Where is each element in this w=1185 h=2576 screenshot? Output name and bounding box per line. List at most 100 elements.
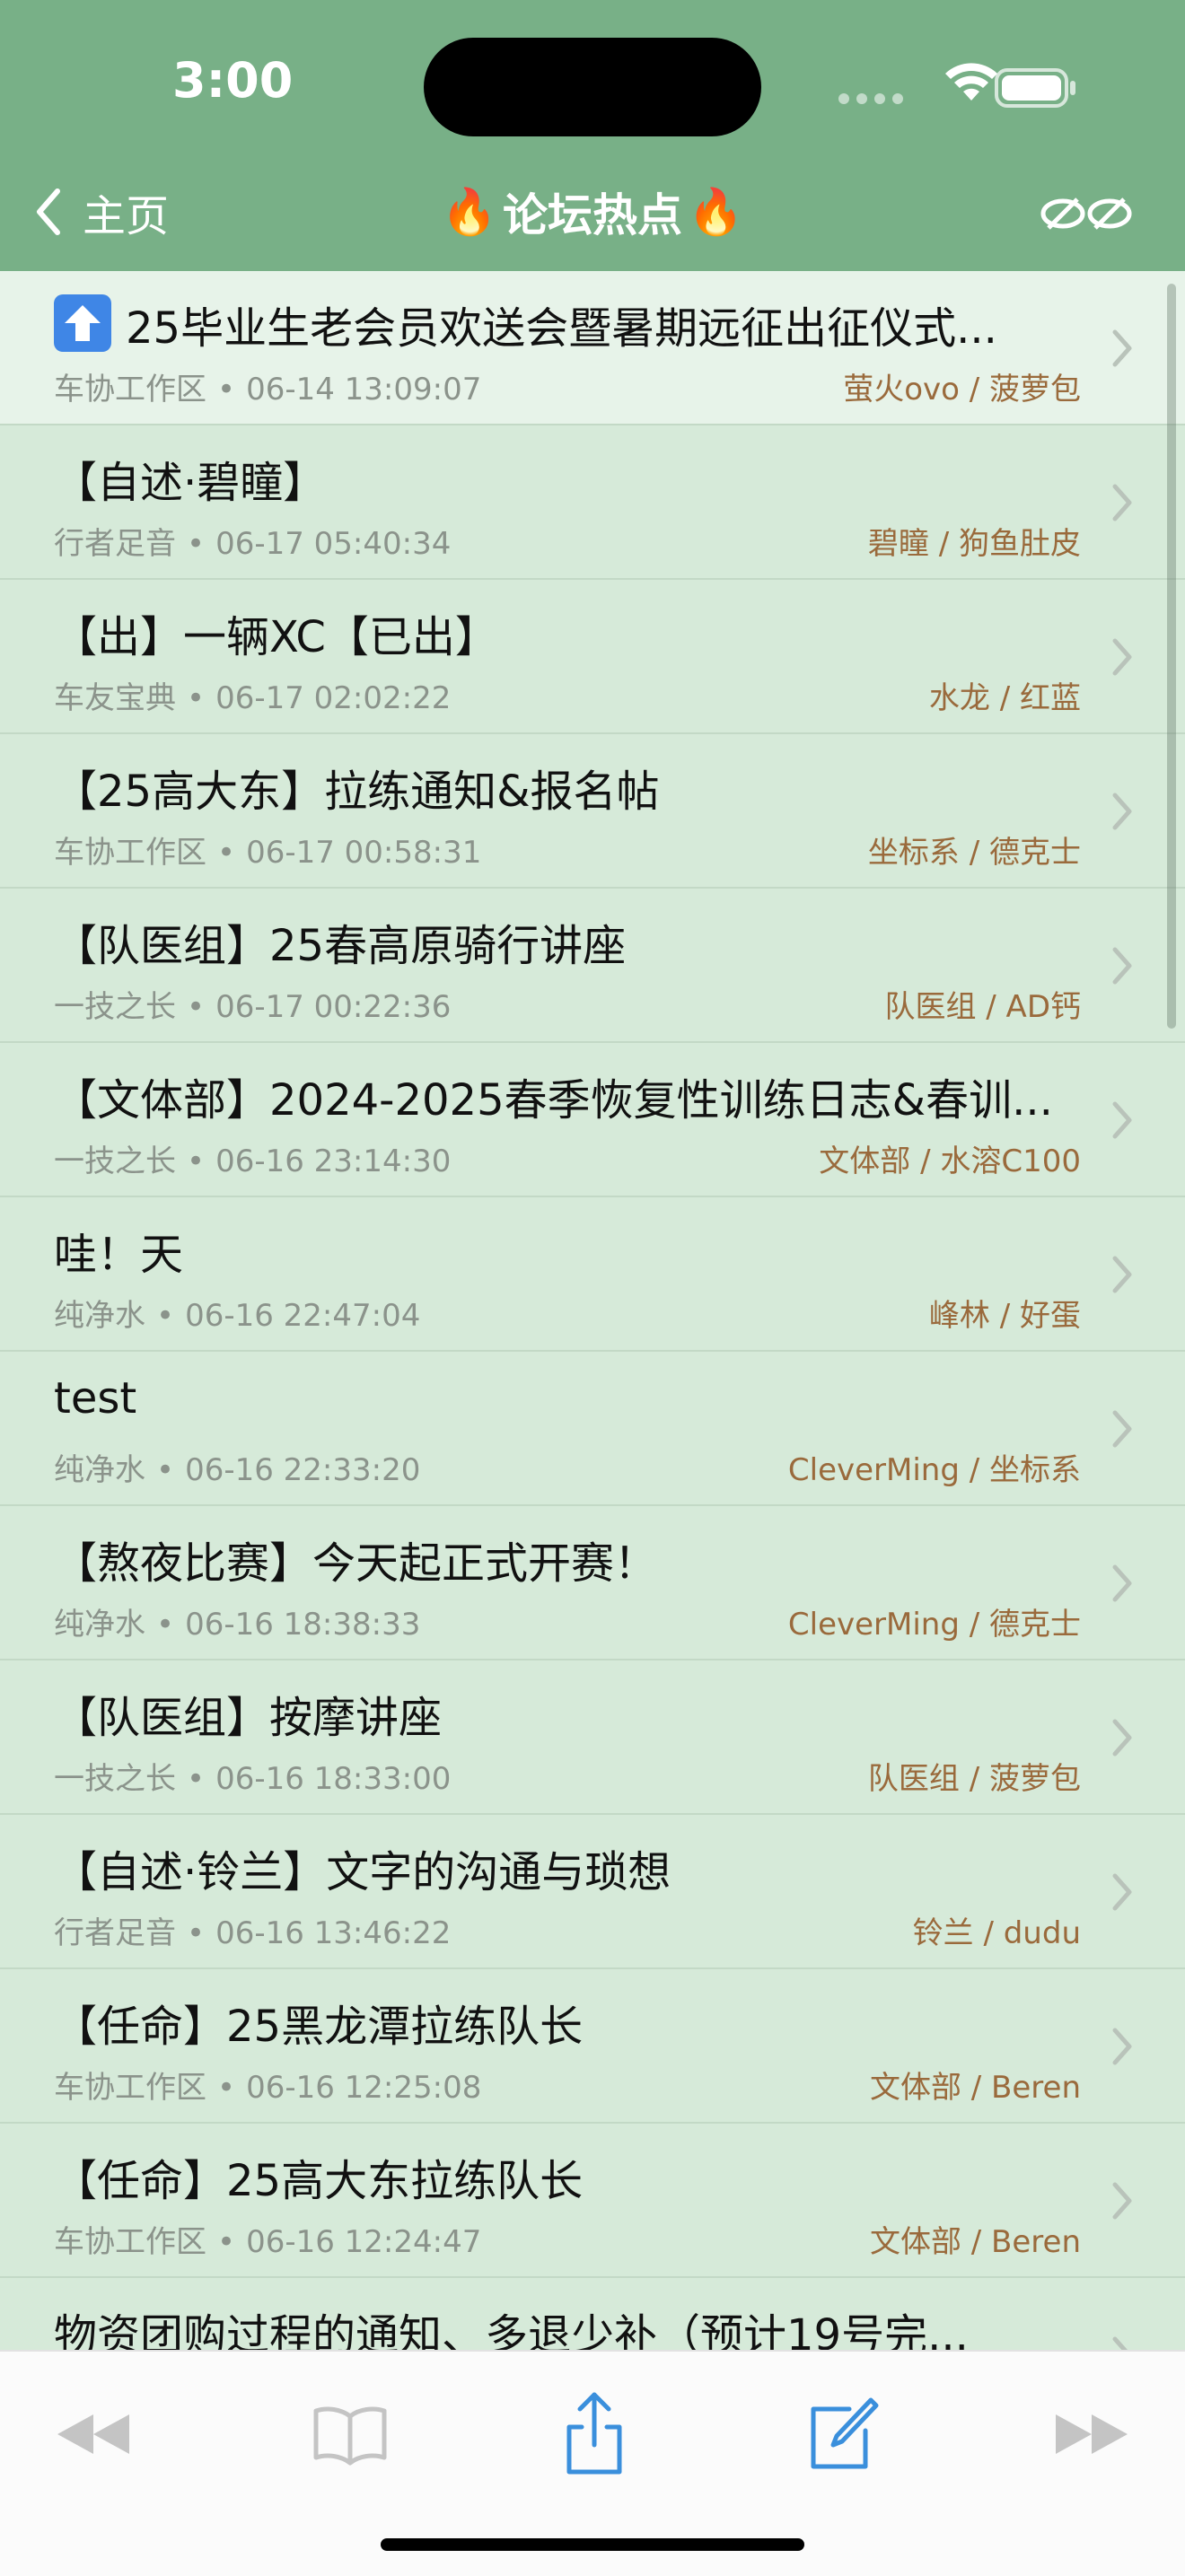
post-title: 【出】一辆XC【已出】	[54, 601, 1059, 664]
post-title: 【自述·铃兰】文字的沟通与琐想	[54, 1836, 1059, 1899]
post-title-text: test	[54, 1373, 137, 1424]
chevron-right-icon	[1112, 1256, 1132, 1293]
hide-icon[interactable]	[1040, 188, 1133, 239]
post-meta: 纯净水 • 06-16 18:38:33	[54, 1599, 420, 1643]
post-row[interactable]: 【队医组】按摩讲座 一技之长 • 06-16 18:33:00 队医组 / 菠萝包	[0, 1660, 1185, 1815]
post-row[interactable]: 【熬夜比赛】今天起正式开赛！ 纯净水 • 06-16 18:38:33 CleverMi…	[0, 1506, 1185, 1660]
post-row[interactable]: 【队医组】25春高原骑行讲座一技之长 • 06-17 00:22:36 队医组 / A…	[0, 889, 1185, 1043]
post-row[interactable]: 【自述·铃兰】文字的沟通与琐想 行者足音 • 06-16 13:46:22 铃兰 / d…	[0, 1815, 1185, 1969]
chevron-right-icon	[1112, 2028, 1132, 2065]
post-board: 纯净水	[54, 1298, 145, 1334]
meta-separator: •	[187, 1915, 206, 1951]
post-row[interactable]: 【任命】25高大东拉练队长 车协工作区 • 06-16 12:24:47 文体部 / B…	[0, 2124, 1185, 2278]
post-title-text: 【熬夜比赛】今天起正式开赛！	[54, 1538, 658, 1589]
post-title: test	[54, 1373, 1059, 1424]
bookmarks-icon[interactable]	[305, 2389, 395, 2479]
post-list: 25毕业生老会员欢送会暨暑期远征出征仪式... 车协工作区 • 06-14 13:09…	[0, 271, 1185, 2432]
meta-separator: •	[187, 989, 206, 1025]
post-time: 06-16 22:33:20	[185, 1452, 421, 1488]
post-meta: 车友宝典 • 06-17 02:02:22	[54, 673, 451, 717]
post-title-text: 【队医组】按摩讲座	[54, 1693, 443, 1743]
chevron-right-icon	[1112, 329, 1132, 367]
back-button[interactable]: 主页	[34, 176, 169, 248]
wifi-icon	[945, 63, 997, 101]
post-board: 一技之长	[54, 989, 176, 1025]
meta-separator: •	[187, 526, 206, 562]
home-indicator	[381, 2538, 804, 2551]
meta-separator: •	[156, 1452, 175, 1488]
page-title: 🔥 论坛热点 🔥	[305, 176, 880, 248]
post-time: 06-17 02:02:22	[215, 680, 452, 716]
post-time: 06-16 23:14:30	[215, 1143, 452, 1179]
post-row[interactable]: 25毕业生老会员欢送会暨暑期远征出征仪式... 车协工作区 • 06-14 13:09…	[0, 271, 1185, 425]
post-row[interactable]: 哇！天 纯净水 • 06-16 22:47:04 峰林 / 好蛋	[0, 1197, 1185, 1352]
post-title-text: 【文体部】2024-2025春季恢复性训练日志&春训...	[54, 1075, 1053, 1126]
post-meta: 一技之长 • 06-16 23:14:30	[54, 1136, 451, 1180]
fire-icon: 🔥	[688, 185, 744, 238]
back-icon[interactable]	[48, 2389, 138, 2479]
post-row[interactable]: 【自述·碧瞳】 行者足音 • 06-17 05:40:34 碧瞳 / 狗鱼肚皮	[0, 425, 1185, 580]
post-title: 【队医组】25春高原骑行讲座	[54, 910, 1059, 973]
post-title-text: 【出】一辆XC【已出】	[54, 612, 498, 662]
chevron-right-icon	[1112, 1873, 1132, 1911]
post-authors: 文体部 / Beren	[869, 2224, 1081, 2260]
post-board: 一技之长	[54, 1143, 176, 1179]
chevron-left-icon	[37, 188, 60, 235]
meta-separator: •	[187, 1761, 206, 1797]
post-title: 【任命】25高大东拉练队长	[54, 2145, 1059, 2208]
battery-icon	[995, 68, 1075, 108]
post-row[interactable]: 【文体部】2024-2025春季恢复性训练日志&春训... 一技之长 • 06-16 …	[0, 1043, 1185, 1197]
post-time: 06-16 22:47:04	[185, 1298, 421, 1334]
chevron-right-icon	[1112, 638, 1132, 676]
post-time: 06-17 00:22:36	[215, 989, 452, 1025]
chevron-right-icon	[1112, 1101, 1132, 1139]
chevron-right-icon	[1112, 484, 1132, 521]
post-board: 车协工作区	[54, 372, 206, 407]
pinned-up-arrow-icon	[54, 294, 111, 352]
post-authors: 铃兰 / dudu	[912, 1915, 1081, 1951]
post-meta: 车协工作区 • 06-14 13:09:07	[54, 364, 481, 408]
post-authors: 队医组 / AD钙	[884, 989, 1081, 1025]
back-label: 主页	[83, 191, 170, 241]
forward-icon[interactable]	[1047, 2389, 1137, 2479]
chevron-right-icon	[1112, 1564, 1132, 1602]
post-title-text: 【25高大东】拉练通知&报名帖	[54, 767, 660, 817]
post-meta: 行者足音 • 06-17 05:40:34	[54, 519, 451, 563]
post-row[interactable]: 【25高大东】拉练通知&报名帖 车协工作区 • 06-17 00:58:31 坐标系 /…	[0, 734, 1185, 889]
post-title: 【任命】25黑龙潭拉练队长	[54, 1991, 1059, 2054]
post-title: 【熬夜比赛】今天起正式开赛！	[54, 1528, 1059, 1590]
meta-separator: •	[217, 2224, 236, 2260]
post-meta: 车协工作区 • 06-16 12:24:47	[54, 2217, 481, 2261]
post-time: 06-17 00:58:31	[246, 835, 482, 871]
compose-icon[interactable]	[794, 2389, 883, 2479]
post-title: 【自述·碧瞳】	[54, 447, 1059, 510]
post-meta: 一技之长 • 06-16 18:33:00	[54, 1754, 451, 1798]
post-title: 【队医组】按摩讲座	[54, 1682, 1059, 1745]
chevron-right-icon	[1112, 1410, 1132, 1448]
post-board: 行者足音	[54, 526, 176, 562]
post-row[interactable]: 【任命】25黑龙潭拉练队长 车协工作区 • 06-16 12:25:08 文体部 / B…	[0, 1969, 1185, 2124]
post-time: 06-16 12:25:08	[246, 2070, 482, 2106]
post-row[interactable]: test 纯净水 • 06-16 22:33:20 CleverMing / 坐标系	[0, 1352, 1185, 1506]
post-board: 纯净水	[54, 1607, 145, 1643]
meta-separator: •	[156, 1298, 175, 1334]
post-title-text: 【自述·碧瞳】	[54, 458, 327, 508]
post-meta: 一技之长 • 06-17 00:22:36	[54, 982, 451, 1026]
meta-separator: •	[217, 835, 236, 871]
chevron-right-icon	[1112, 1719, 1132, 1757]
post-title: 【25高大东】拉练通知&报名帖	[54, 756, 1059, 819]
share-icon[interactable]	[549, 2389, 639, 2479]
status-time: 3:00	[172, 52, 294, 109]
post-title: 哇！天	[54, 1219, 1059, 1282]
page-title-text: 论坛热点	[503, 189, 682, 241]
meta-separator: •	[156, 1607, 175, 1643]
post-row[interactable]: 【出】一辆XC【已出】车友宝典 • 06-17 02:02:22 水龙 / 红蓝	[0, 580, 1185, 734]
post-time: 06-16 12:24:47	[246, 2224, 482, 2260]
post-authors: 水龙 / 红蓝	[928, 680, 1081, 716]
post-authors: 萤火ovo / 菠萝包	[843, 372, 1081, 407]
post-title-text: 【队医组】25春高原骑行讲座	[54, 921, 627, 971]
post-time: 06-17 05:40:34	[215, 526, 452, 562]
dynamic-island	[424, 38, 761, 136]
scrollbar[interactable]	[1167, 284, 1176, 1029]
post-authors: 文体部 / Beren	[869, 2070, 1081, 2106]
